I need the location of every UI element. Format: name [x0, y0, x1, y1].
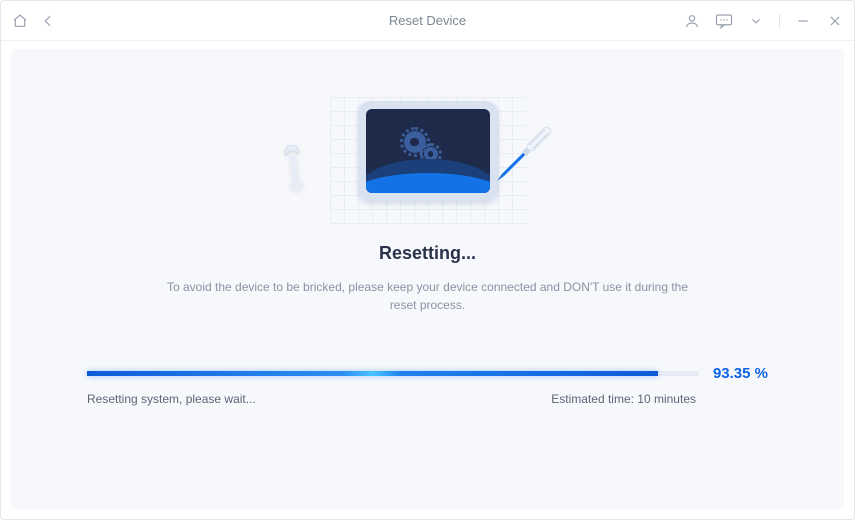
illustration: [313, 101, 543, 201]
minimize-icon[interactable]: [794, 12, 812, 30]
progress-estimated-time: Estimated time: 10 minutes: [551, 392, 696, 406]
back-icon[interactable]: [39, 12, 57, 30]
progress-percent: 93.35 %: [713, 365, 768, 382]
chevron-down-icon[interactable]: [747, 12, 765, 30]
content-panel: Resetting... To avoid the device to be b…: [11, 49, 844, 509]
close-icon[interactable]: [826, 12, 844, 30]
app-window: Reset Device: [0, 0, 855, 520]
wrench-icon: [278, 136, 308, 200]
progress-fill: [87, 371, 658, 376]
progress-bar: [87, 371, 699, 376]
account-icon[interactable]: [683, 12, 701, 30]
device-icon: [358, 101, 498, 201]
home-icon[interactable]: [11, 12, 29, 30]
status-heading: Resetting...: [11, 243, 844, 264]
progress-section: 93.35 % Resetting system, please wait...…: [87, 365, 768, 406]
titlebar: Reset Device: [1, 1, 854, 41]
feedback-icon[interactable]: [715, 12, 733, 30]
progress-status-text: Resetting system, please wait...: [87, 392, 256, 406]
separator: [779, 14, 780, 28]
status-subtext: To avoid the device to be bricked, pleas…: [158, 278, 698, 314]
screwdriver-icon: [479, 113, 565, 199]
